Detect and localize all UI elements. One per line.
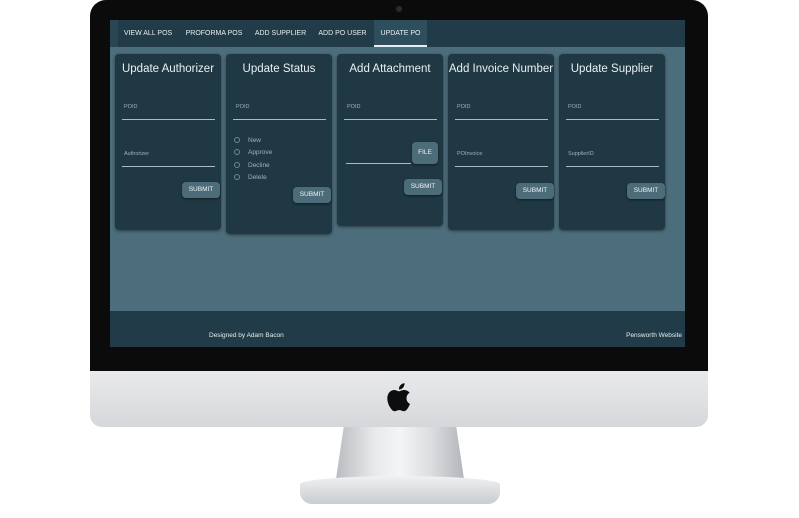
poid-underline <box>233 119 326 120</box>
radio-icon <box>234 149 240 155</box>
camera-icon <box>396 6 402 12</box>
poid-underline <box>455 119 548 120</box>
supplierid-underline <box>566 166 659 167</box>
poid-field[interactable]: POID <box>124 104 137 110</box>
supplierid-field[interactable]: SupplierID <box>568 151 594 157</box>
submit-button[interactable]: SUBMIT <box>627 183 665 199</box>
submit-button[interactable]: SUBMIT <box>293 187 331 203</box>
tab-view-all-pos[interactable]: VIEW ALL POS <box>119 20 177 47</box>
tab-add-po-user[interactable]: ADD PO USER <box>315 20 370 47</box>
file-path-underline <box>346 163 411 164</box>
monitor-stand-neck <box>336 427 464 479</box>
submit-button[interactable]: SUBMIT <box>404 179 442 195</box>
radio-icon <box>234 162 240 168</box>
card-title: Add Invoice Number <box>448 63 554 75</box>
poid-field[interactable]: POID <box>568 104 581 110</box>
submit-button[interactable]: SUBMIT <box>516 183 554 199</box>
nav-edge <box>110 20 118 47</box>
tab-proforma-pos[interactable]: PROFORMA POS <box>182 20 246 47</box>
footer: Designed by Adam Bacon Pensworth Website <box>110 311 685 347</box>
apple-logo-icon <box>387 383 410 412</box>
poid-field[interactable]: POID <box>347 104 360 110</box>
poid-underline <box>566 119 659 120</box>
card-title: Add Attachment <box>349 63 431 75</box>
update-status-card: Update Status POID New Approve Decline D… <box>226 54 332 234</box>
footer-website-link[interactable]: Pensworth Website <box>626 332 682 339</box>
card-title: Update Status <box>242 63 316 75</box>
poid-field[interactable]: POID <box>236 104 249 110</box>
submit-button[interactable]: SUBMIT <box>182 182 220 198</box>
add-attachment-card: Add Attachment POID FILE SUBMIT <box>337 54 443 226</box>
app-screen: VIEW ALL POS PROFORMA POS ADD SUPPLIER A… <box>110 20 685 347</box>
tab-add-supplier[interactable]: ADD SUPPLIER <box>251 20 310 47</box>
footer-credit: Designed by Adam Bacon <box>209 332 284 339</box>
tab-update-po[interactable]: UPDATE PO <box>374 20 427 47</box>
poid-underline <box>344 119 437 120</box>
authorizer-underline <box>122 166 215 167</box>
poid-field[interactable]: POID <box>457 104 470 110</box>
poid-underline <box>122 119 215 120</box>
radio-label: New <box>248 137 262 144</box>
authorizer-field[interactable]: Authorizer <box>124 151 149 157</box>
poinvoice-underline <box>455 166 548 167</box>
radio-label: Delete <box>248 174 267 181</box>
update-authorizer-card: Update Authorizer POID Authorizer SUBMIT <box>115 54 221 230</box>
card-title: Update Supplier <box>570 63 654 75</box>
radio-icon <box>234 174 240 180</box>
radio-label: Approve <box>248 149 273 156</box>
add-invoice-number-card: Add Invoice Number POID POInvoice SUBMIT <box>448 54 554 230</box>
poinvoice-field[interactable]: POInvoice <box>457 151 482 157</box>
update-supplier-card: Update Supplier POID SupplierID SUBMIT <box>559 54 665 230</box>
file-button[interactable]: FILE <box>412 142 438 164</box>
top-nav: VIEW ALL POS PROFORMA POS ADD SUPPLIER A… <box>110 20 685 47</box>
radio-icon <box>234 137 240 143</box>
radio-label: Decline <box>248 162 270 169</box>
monitor-stand-base <box>300 476 500 504</box>
card-title: Update Authorizer <box>121 63 215 75</box>
